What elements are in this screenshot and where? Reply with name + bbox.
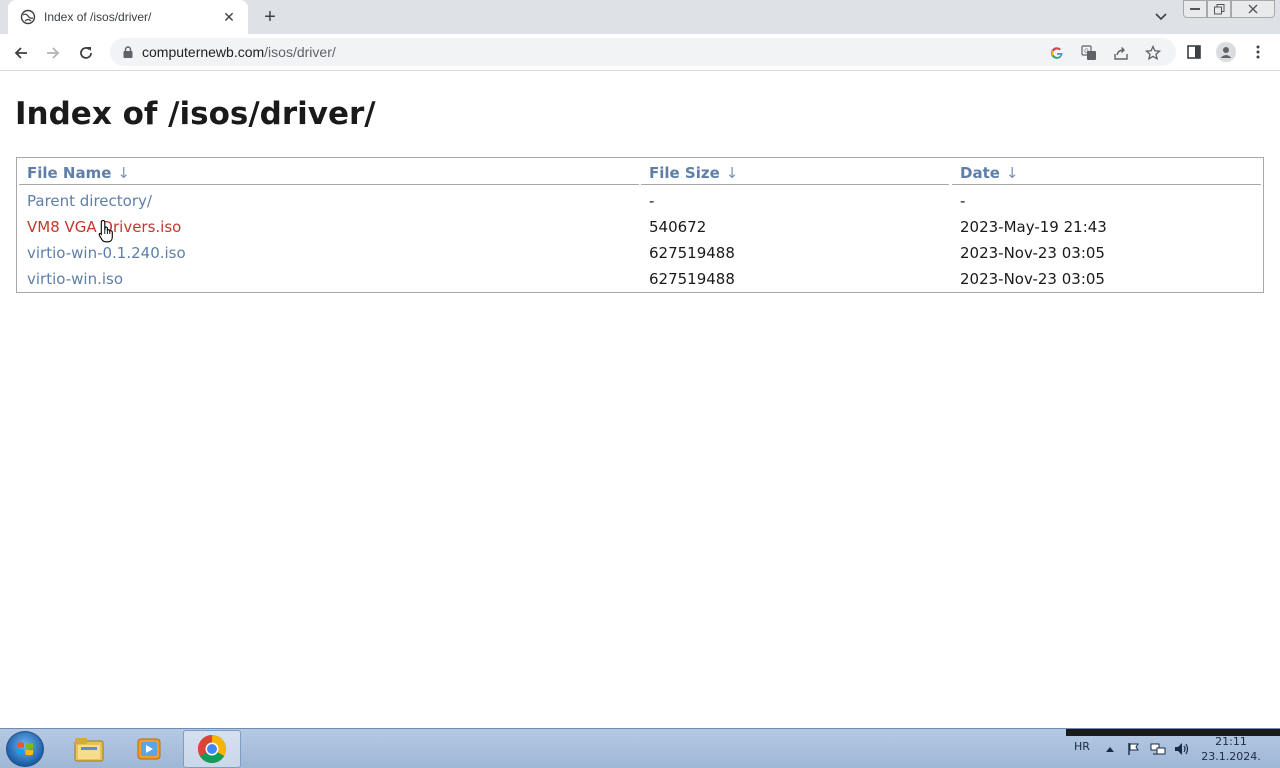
clock[interactable]: 21:11 23.1.2024. — [1196, 734, 1266, 764]
url-text: computernewb.com/isos/driver/ — [142, 44, 336, 60]
explorer-taskbar-button[interactable] — [60, 730, 118, 768]
media-player-taskbar-button[interactable] — [120, 730, 178, 768]
network-icon[interactable] — [1150, 741, 1166, 757]
url-path: /isos/driver/ — [264, 44, 336, 60]
language-indicator[interactable]: HR — [1074, 740, 1090, 753]
folder-icon — [74, 738, 104, 762]
taskbar: HR 21:11 23.1.2024. — [0, 728, 1280, 768]
restore-button[interactable] — [1207, 0, 1231, 18]
tab-strip: Index of /isos/driver/ ✕ + — [0, 0, 1280, 34]
file-date-cell: 2023-Nov-23 03:05 — [960, 244, 1105, 262]
sort-arrow-icon: ↓ — [725, 164, 739, 182]
action-center-flag-icon[interactable] — [1126, 741, 1142, 757]
column-header-label: File Name — [27, 164, 112, 182]
header-divider — [19, 184, 639, 185]
forward-arrow-icon[interactable] — [40, 40, 66, 66]
column-header-label: File Size — [649, 164, 720, 182]
file-listing-table: File Name ↓ File Size ↓ Date ↓ Parent direc… — [16, 157, 1264, 293]
parent-directory-link[interactable]: Parent directory/ — [27, 192, 152, 210]
file-size-cell: - — [649, 192, 655, 210]
avatar — [1216, 42, 1236, 62]
google-icon[interactable] — [1048, 44, 1066, 62]
file-link[interactable]: virtio-win.iso — [27, 270, 123, 288]
page-title: Index of /isos/driver/ — [15, 96, 376, 132]
chevron-down-icon[interactable] — [1150, 6, 1172, 28]
windows-logo-icon — [17, 742, 33, 756]
lock-icon[interactable] — [120, 44, 136, 60]
start-button[interactable] — [6, 731, 44, 767]
globe-icon — [20, 9, 36, 25]
profile-icon[interactable] — [1216, 42, 1236, 62]
star-icon[interactable] — [1144, 44, 1162, 62]
close-window-button[interactable] — [1231, 0, 1275, 18]
reload-icon[interactable] — [73, 40, 99, 66]
kebab-menu-icon[interactable] — [1248, 42, 1268, 62]
url-host: computernewb.com — [142, 44, 265, 60]
browser-tab[interactable]: Index of /isos/driver/ ✕ — [8, 0, 248, 34]
file-date-cell: 2023-May-19 21:43 — [960, 218, 1107, 236]
sort-arrow-icon: ↓ — [117, 164, 130, 182]
sort-arrow-icon: ↓ — [1005, 164, 1019, 182]
tab-title: Index of /isos/driver/ — [44, 10, 152, 24]
file-date-cell: 2023-Nov-23 03:05 — [960, 270, 1105, 288]
close-tab-icon[interactable]: ✕ — [220, 8, 238, 26]
clock-time: 21:11 — [1215, 735, 1247, 748]
browser-toolbar: computernewb.com/isos/driver/ G — [0, 34, 1280, 71]
file-size-cell: 627519488 — [649, 244, 735, 262]
show-hidden-icons-icon[interactable] — [1102, 741, 1118, 757]
column-header-file-name[interactable]: File Name ↓ — [27, 164, 130, 182]
column-header-label: Date — [960, 164, 1000, 182]
address-bar[interactable]: computernewb.com/isos/driver/ G — [110, 38, 1176, 66]
back-arrow-icon[interactable] — [8, 40, 34, 66]
svg-text:G: G — [1084, 49, 1089, 55]
header-divider — [952, 184, 1261, 185]
minimize-button[interactable] — [1183, 0, 1207, 18]
side-panel-icon[interactable] — [1184, 42, 1204, 62]
new-tab-button[interactable]: + — [258, 5, 282, 29]
chrome-icon — [198, 735, 226, 763]
clock-date: 23.1.2024. — [1201, 750, 1261, 763]
file-size-cell: 540672 — [649, 218, 707, 236]
file-size-cell: 627519488 — [649, 270, 735, 288]
volume-icon[interactable] — [1174, 741, 1190, 757]
chrome-taskbar-button[interactable] — [183, 730, 241, 768]
column-header-date[interactable]: Date ↓ — [960, 164, 1019, 182]
header-divider — [641, 184, 949, 185]
share-icon[interactable] — [1112, 44, 1130, 62]
translate-icon[interactable]: G — [1080, 44, 1098, 62]
media-player-icon — [137, 738, 161, 760]
column-header-file-size[interactable]: File Size ↓ — [649, 164, 738, 182]
file-link[interactable]: virtio-win-0.1.240.iso — [27, 244, 186, 262]
file-date-cell: - — [960, 192, 966, 210]
hand-cursor-icon — [98, 219, 116, 243]
